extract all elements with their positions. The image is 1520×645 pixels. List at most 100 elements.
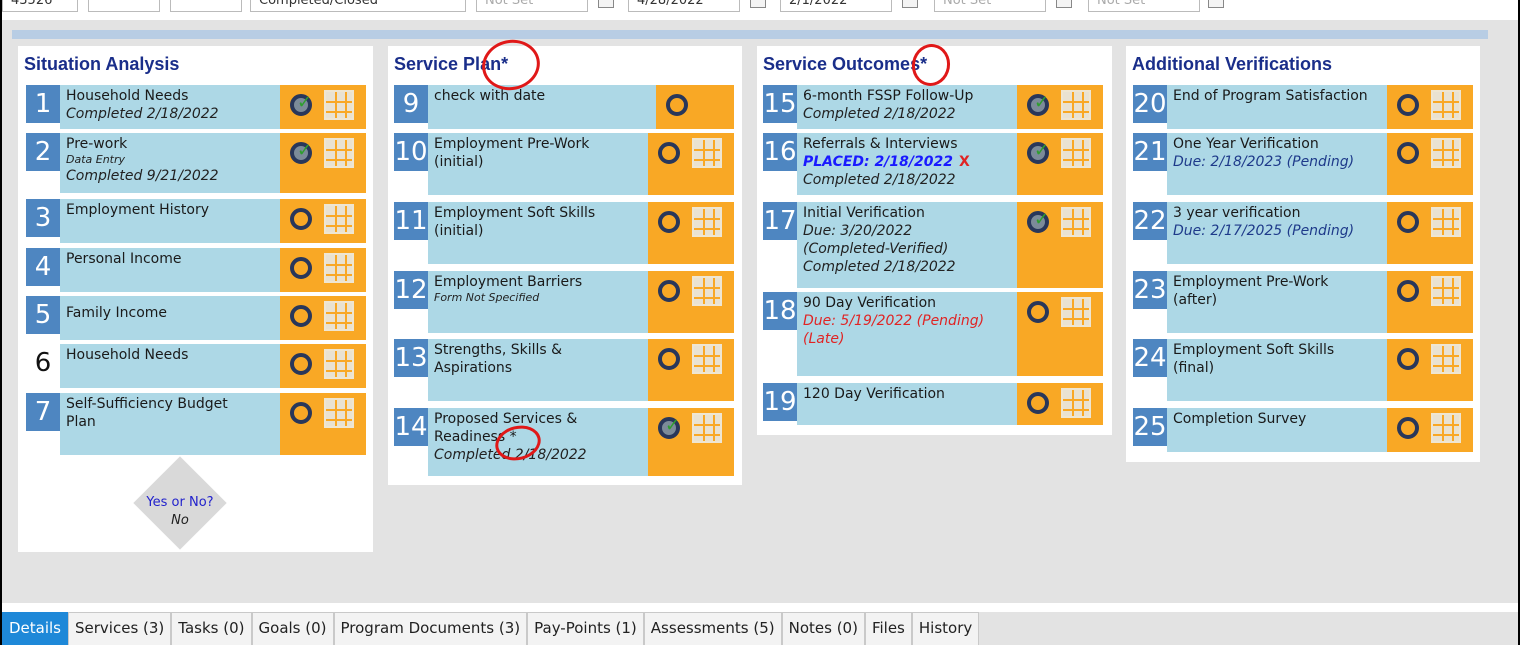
step-item-6[interactable]: 6 Household Needs bbox=[26, 344, 366, 388]
grid-icon[interactable] bbox=[1431, 344, 1461, 374]
decision-question[interactable]: Yes or No? bbox=[130, 494, 230, 512]
pending-circle-icon[interactable] bbox=[290, 402, 312, 424]
pending-circle-icon[interactable] bbox=[666, 94, 688, 116]
step-body[interactable]: Employment Soft Skills (final) bbox=[1167, 339, 1387, 401]
grid-icon[interactable] bbox=[692, 276, 722, 306]
step-item-21[interactable]: 21 One Year Verification Due: 2/18/2023 … bbox=[1133, 133, 1473, 195]
step-body[interactable]: Employment History bbox=[60, 199, 280, 243]
step-item-1[interactable]: 1 Household Needs Completed 2/18/2022 ✓ bbox=[26, 85, 366, 129]
tab-history[interactable]: History bbox=[911, 612, 980, 645]
calendar-icon[interactable] bbox=[902, 0, 918, 8]
pending-circle-icon[interactable] bbox=[658, 348, 680, 370]
grid-icon[interactable] bbox=[324, 204, 354, 234]
step-body[interactable]: Pre-work Data Entry Completed 9/21/2022 bbox=[60, 133, 280, 193]
tab-goals[interactable]: Goals (0) bbox=[251, 612, 334, 645]
calendar-icon[interactable] bbox=[598, 0, 614, 8]
calendar-icon[interactable] bbox=[750, 0, 766, 8]
date-field-1[interactable]: Not Set bbox=[476, 0, 588, 12]
grid-icon[interactable] bbox=[1431, 90, 1461, 120]
step-body[interactable]: Employment Pre-Work (after) bbox=[1167, 271, 1387, 333]
case-id-field[interactable]: 43526 bbox=[2, 0, 78, 12]
tab-pay-points[interactable]: Pay-Points (1) bbox=[527, 612, 644, 645]
step-item-13[interactable]: 13 Strengths, Skills & Aspirations bbox=[394, 339, 734, 401]
step-body[interactable]: Employment Pre-Work (initial) bbox=[428, 133, 648, 195]
grid-icon[interactable] bbox=[324, 253, 354, 283]
pending-circle-icon[interactable] bbox=[1027, 392, 1049, 414]
step-body[interactable]: Initial Verification Due: 3/20/2022 (Com… bbox=[797, 202, 1017, 288]
step-item-22[interactable]: 22 3 year verification Due: 2/17/2025 (P… bbox=[1133, 202, 1473, 264]
tab-notes[interactable]: Notes (0) bbox=[781, 612, 865, 645]
step-item-12[interactable]: 12 Employment Barriers Form Not Specifie… bbox=[394, 271, 734, 333]
step-body[interactable]: check with date bbox=[428, 85, 656, 129]
remove-x-icon[interactable]: X bbox=[959, 154, 970, 170]
step-item-25[interactable]: 25 Completion Survey bbox=[1133, 408, 1473, 452]
step-item-17[interactable]: 17 Initial Verification Due: 3/20/2022 (… bbox=[763, 202, 1103, 288]
tab-details[interactable]: Details bbox=[2, 612, 69, 645]
step-item-20[interactable]: 20 End of Program Satisfaction bbox=[1133, 85, 1473, 129]
step-item-24[interactable]: 24 Employment Soft Skills (final) bbox=[1133, 339, 1473, 401]
step-body[interactable]: Personal Income bbox=[60, 248, 280, 292]
step-item-15[interactable]: 15 6-month FSSP Follow-Up Completed 2/18… bbox=[763, 85, 1103, 129]
grid-icon[interactable] bbox=[692, 344, 722, 374]
date-field-4[interactable]: Not Set bbox=[934, 0, 1046, 12]
step-item-11[interactable]: 11 Employment Soft Skills (initial) bbox=[394, 202, 734, 264]
status-select[interactable]: Completed/Closed bbox=[250, 0, 466, 12]
step-body[interactable]: Strengths, Skills & Aspirations bbox=[428, 339, 648, 401]
pending-circle-icon[interactable] bbox=[1397, 94, 1419, 116]
tab-assessments[interactable]: Assessments (5) bbox=[643, 612, 782, 645]
pending-circle-icon[interactable] bbox=[1027, 301, 1049, 323]
grid-icon[interactable] bbox=[1061, 138, 1091, 168]
grid-icon[interactable] bbox=[1431, 207, 1461, 237]
step-item-14[interactable]: 14 Proposed Services & Readiness * Compl… bbox=[394, 408, 734, 476]
step-item-3[interactable]: 3 Employment History bbox=[26, 199, 366, 243]
grid-icon[interactable] bbox=[1061, 297, 1091, 327]
step-body[interactable]: 3 year verification Due: 2/17/2025 (Pend… bbox=[1167, 202, 1387, 264]
step-item-9[interactable]: 9 check with date bbox=[394, 85, 734, 129]
step-item-23[interactable]: 23 Employment Pre-Work (after) bbox=[1133, 271, 1473, 333]
grid-icon[interactable] bbox=[1061, 90, 1091, 120]
step-item-10[interactable]: 10 Employment Pre-Work (initial) bbox=[394, 133, 734, 195]
grid-icon[interactable] bbox=[692, 207, 722, 237]
step-body[interactable]: End of Program Satisfaction bbox=[1167, 85, 1387, 129]
pending-circle-icon[interactable] bbox=[290, 305, 312, 327]
date-field-3[interactable]: 2/1/2022 bbox=[780, 0, 892, 12]
step-body[interactable]: Household Needs bbox=[60, 344, 280, 388]
pending-circle-icon[interactable] bbox=[658, 142, 680, 164]
grid-icon[interactable] bbox=[324, 398, 354, 428]
pending-circle-icon[interactable] bbox=[1397, 142, 1419, 164]
step-item-4[interactable]: 4 Personal Income bbox=[26, 248, 366, 292]
step-item-19[interactable]: 19 120 Day Verification bbox=[763, 383, 1103, 425]
grid-icon[interactable] bbox=[1431, 276, 1461, 306]
grid-icon[interactable] bbox=[324, 90, 354, 120]
pending-circle-icon[interactable] bbox=[290, 208, 312, 230]
tab-tasks[interactable]: Tasks (0) bbox=[171, 612, 252, 645]
completed-check-icon[interactable]: ✓ bbox=[658, 415, 680, 439]
tab-services[interactable]: Services (3) bbox=[68, 612, 172, 645]
step-body[interactable]: 120 Day Verification bbox=[797, 383, 1017, 425]
grid-icon[interactable] bbox=[1431, 138, 1461, 168]
grid-icon[interactable] bbox=[1431, 413, 1461, 443]
blank-field-1[interactable] bbox=[88, 0, 160, 12]
completed-check-icon[interactable]: ✓ bbox=[1027, 209, 1049, 233]
pending-circle-icon[interactable] bbox=[658, 280, 680, 302]
grid-icon[interactable] bbox=[692, 138, 722, 168]
tab-files[interactable]: Files bbox=[864, 612, 912, 645]
step-item-2[interactable]: 2 Pre-work Data Entry Completed 9/21/202… bbox=[26, 133, 366, 193]
grid-icon[interactable] bbox=[324, 138, 354, 168]
tab-program-documents[interactable]: Program Documents (3) bbox=[333, 612, 528, 645]
step-item-16[interactable]: 16 Referrals & Interviews PLACED: 2/18/2… bbox=[763, 133, 1103, 195]
step-item-5[interactable]: 5 Family Income bbox=[26, 296, 366, 340]
grid-icon[interactable] bbox=[1061, 388, 1091, 418]
decision-text[interactable]: Yes or No? No bbox=[130, 494, 230, 530]
step-body[interactable]: Family Income bbox=[60, 296, 280, 340]
pending-circle-icon[interactable] bbox=[290, 257, 312, 279]
step-body[interactable]: Referrals & Interviews PLACED: 2/18/2022… bbox=[797, 133, 1017, 195]
pending-circle-icon[interactable] bbox=[1397, 417, 1419, 439]
completed-check-icon[interactable]: ✓ bbox=[290, 92, 312, 116]
pending-circle-icon[interactable] bbox=[1397, 280, 1419, 302]
step-body[interactable]: 90 Day Verification Due: 5/19/2022 (Pend… bbox=[797, 292, 1017, 376]
pending-circle-icon[interactable] bbox=[290, 353, 312, 375]
step-body[interactable]: Employment Barriers Form Not Specified bbox=[428, 271, 648, 333]
step-item-7[interactable]: 7 Self-Sufficiency Budget Plan bbox=[26, 393, 366, 455]
blank-field-2[interactable] bbox=[170, 0, 242, 12]
